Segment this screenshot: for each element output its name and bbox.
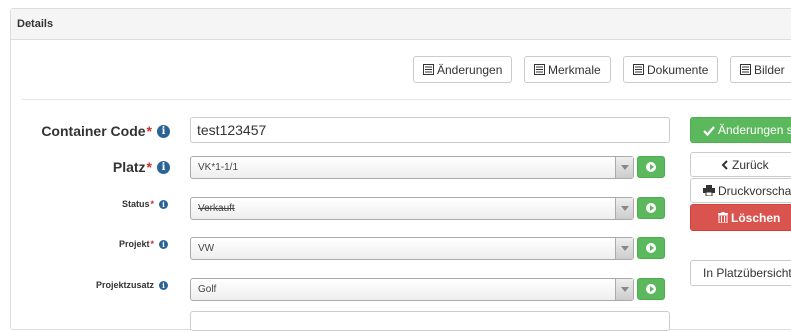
arrow-right-circle-icon — [646, 243, 656, 253]
info-icon[interactable]: i — [157, 160, 170, 174]
projekt-add-button[interactable] — [637, 237, 665, 259]
delete-button[interactable]: Löschen — [690, 204, 791, 231]
chevron-down-icon[interactable] — [615, 238, 633, 259]
container-code-label: Container Code * i — [41, 120, 170, 142]
info-icon[interactable]: i — [159, 280, 168, 290]
trash-icon — [718, 212, 728, 223]
back-button[interactable]: Zurück — [690, 152, 791, 177]
arrow-right-circle-icon — [646, 162, 656, 172]
check-icon — [703, 125, 715, 136]
list-icon — [423, 64, 434, 75]
info-icon[interactable]: i — [159, 199, 168, 209]
panel-heading: Details — [11, 9, 791, 40]
tab-label: Dokumente — [647, 62, 709, 77]
tab-dokumente-button[interactable]: Dokumente — [623, 56, 719, 83]
platz-add-button[interactable] — [637, 156, 665, 178]
platz-select[interactable]: VK*1-1/1 — [190, 156, 634, 179]
projektzusatz-label: Projektzusatz i — [96, 278, 168, 292]
next-field-input[interactable] — [190, 311, 670, 331]
arrow-right-circle-icon — [646, 203, 656, 213]
projektzusatz-select[interactable]: Golf — [190, 278, 634, 301]
platz-overview-button[interactable]: In Platzübersicht — [690, 260, 791, 286]
platz-label: Platz * i — [113, 157, 170, 177]
status-label: Status * i — [122, 197, 168, 211]
list-icon — [633, 64, 644, 75]
list-icon — [740, 64, 751, 75]
info-icon[interactable]: i — [157, 124, 170, 138]
info-icon[interactable]: i — [159, 239, 168, 249]
status-select[interactable]: Verkauft — [190, 197, 634, 220]
save-changes-button[interactable]: Änderungen s — [690, 117, 791, 143]
print-preview-button[interactable]: Druckvorscha — [690, 178, 791, 203]
chevron-down-icon[interactable] — [615, 198, 633, 219]
status-add-button[interactable] — [637, 197, 665, 219]
tab-aenderungen-button[interactable]: Änderungen — [413, 56, 513, 83]
tab-merkmale-button[interactable]: Merkmale — [524, 56, 611, 83]
projektzusatz-add-button[interactable] — [637, 278, 665, 300]
chevron-down-icon[interactable] — [615, 157, 633, 178]
projekt-label: Projekt * i — [119, 237, 168, 251]
tab-label: Änderungen — [437, 62, 503, 77]
arrow-right-circle-icon — [646, 284, 656, 294]
list-icon — [534, 64, 545, 75]
container-code-input[interactable]: test123457 — [190, 117, 670, 143]
divider — [22, 99, 791, 100]
projekt-select[interactable]: VW — [190, 237, 634, 260]
tab-label: Merkmale — [548, 62, 601, 77]
print-icon — [703, 185, 715, 196]
chevron-down-icon[interactable] — [615, 279, 633, 300]
tab-bilder-button[interactable]: Bilder — [730, 56, 791, 83]
tab-label: Bilder — [754, 62, 785, 77]
chevron-left-icon — [721, 159, 729, 170]
